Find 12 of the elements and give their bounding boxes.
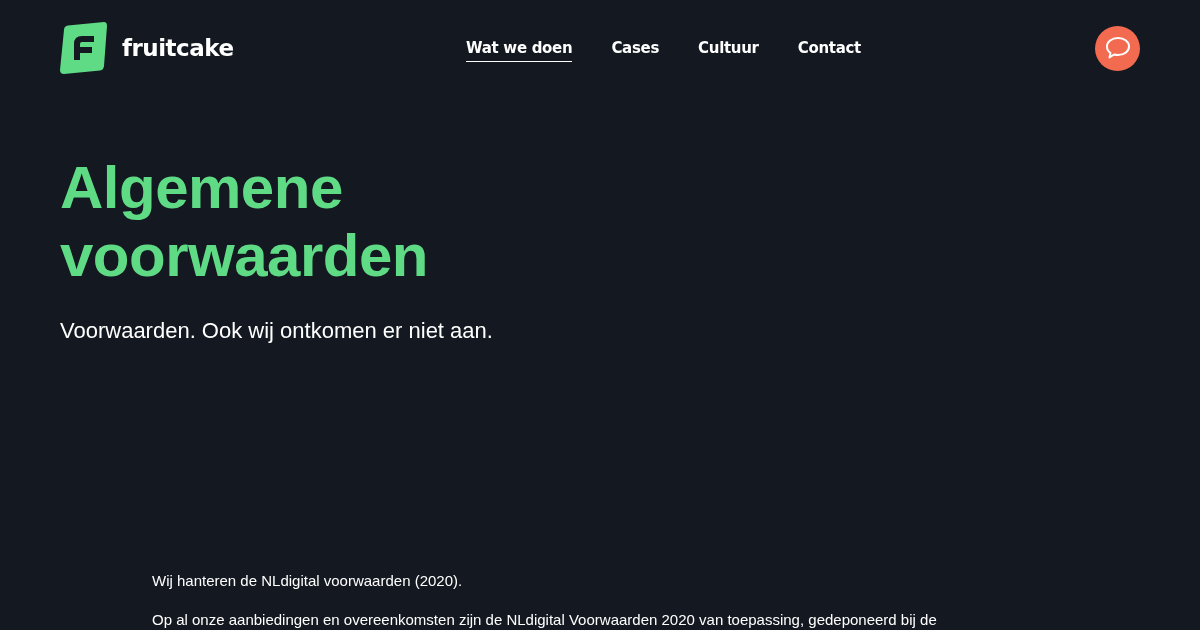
nav-link[interactable]: Contact bbox=[797, 34, 861, 62]
page-subtitle: Voorwaarden. Ook wij ontkomen er niet aan. bbox=[60, 318, 494, 344]
page-title: Algemene voorwaarden bbox=[60, 154, 429, 290]
nav-link[interactable]: Cases bbox=[611, 34, 660, 62]
chat-button[interactable] bbox=[1095, 25, 1140, 71]
paragraph: Wij hanteren de NLdigital voorwaarden (2020). bbox=[152, 572, 464, 589]
logo-icon bbox=[60, 22, 108, 74]
nav-link[interactable]: Wat we doen bbox=[466, 34, 573, 62]
logo-text: fruitcake bbox=[122, 35, 234, 61]
paragraph: Op al onze aanbiedingen en overeenkomsten zijn de NLdigital Voorwaarden 2020 van toepassing, gedeponeerd bij de bbox=[152, 611, 938, 628]
nav-link[interactable]: Cultuur bbox=[698, 34, 759, 62]
chat-icon bbox=[1104, 36, 1131, 60]
